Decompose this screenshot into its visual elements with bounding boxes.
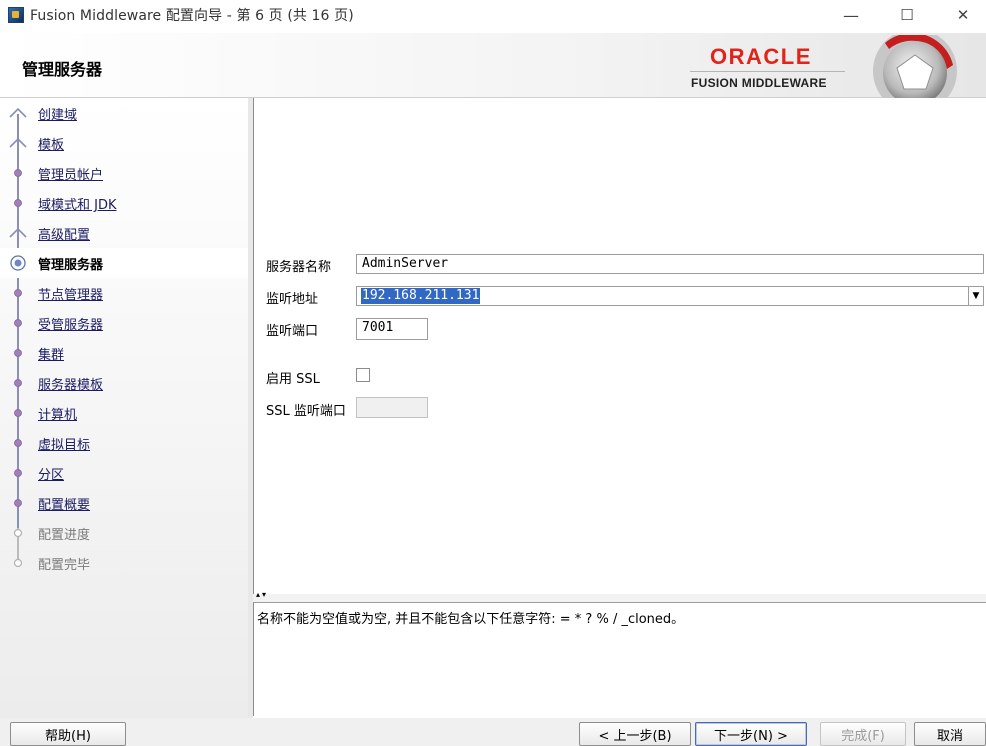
listen-address-value: 192.168.211.131 (361, 288, 481, 304)
nav-step-item[interactable]: 域模式和 JDK (0, 188, 248, 218)
nav-step-label: 集群 (38, 348, 65, 363)
nav-step-label: 分区 (38, 468, 65, 483)
nav-step-item: 配置完毕 (0, 548, 248, 578)
nav-step-label: 虚拟目标 (38, 438, 91, 453)
validation-message: 名称不能为空值或为空, 并且不能包含以下任意字符: = * ? % / _clo… (257, 612, 685, 627)
enable-ssl-checkbox[interactable] (356, 368, 370, 382)
step-marker-icon (14, 409, 22, 417)
nav-step-label: 管理服务器 (38, 258, 104, 273)
minimize-button[interactable]: — (828, 0, 874, 30)
nav-step-item[interactable]: 创建域 (0, 98, 248, 128)
server-name-input[interactable]: AdminServer (356, 254, 984, 274)
window-title: Fusion Middleware 配置向导 - 第 6 页 (共 16 页) (30, 8, 354, 24)
message-splitter[interactable]: ▴▾ (253, 590, 986, 602)
help-button[interactable]: 帮助(H) (10, 722, 126, 746)
nav-step-label: 模板 (38, 138, 65, 153)
listen-address-combo[interactable]: 192.168.211.131 ▼ (356, 286, 984, 306)
nav-step-item[interactable]: 分区 (0, 458, 248, 488)
nav-step-item[interactable]: 服务器模板 (0, 368, 248, 398)
oracle-logo: ORACLE FUSION MIDDLEWARE (690, 44, 850, 90)
back-button[interactable]: < 上一步(B) (579, 722, 691, 746)
server-name-label: 服务器名称 (266, 260, 332, 275)
step-marker-icon (14, 469, 22, 477)
server-name-value: AdminServer (362, 256, 449, 271)
nav-step-item[interactable]: 管理员帐户 (0, 158, 248, 188)
dropdown-arrow-icon[interactable]: ▼ (968, 287, 983, 305)
maximize-icon: ☐ (900, 6, 914, 24)
step-marker-icon (14, 379, 22, 387)
maximize-button[interactable]: ☐ (884, 0, 930, 30)
step-marker-icon (14, 439, 22, 447)
step-marker-icon (9, 227, 27, 238)
nav-step-item[interactable]: 管理服务器 (0, 248, 248, 278)
step-marker-icon (10, 255, 26, 271)
nav-step-item[interactable]: 计算机 (0, 398, 248, 428)
message-panel: 名称不能为空值或为空, 并且不能包含以下任意字符: = * ? % / _clo… (253, 602, 986, 716)
close-button[interactable]: ✕ (940, 0, 986, 30)
nav-step-item[interactable]: 模板 (0, 128, 248, 158)
nav-step-label: 配置概要 (38, 498, 91, 513)
nav-step-item[interactable]: 集群 (0, 338, 248, 368)
step-marker-icon (14, 499, 22, 507)
nav-step-item[interactable]: 节点管理器 (0, 278, 248, 308)
cancel-button[interactable]: 取消 (914, 722, 986, 746)
close-icon: ✕ (956, 6, 970, 24)
ssl-port-input (356, 397, 428, 418)
nav-step-label: 计算机 (38, 408, 78, 423)
nav-step-item[interactable]: 受管服务器 (0, 308, 248, 338)
step-marker-icon (14, 169, 22, 177)
step-marker-icon (14, 349, 22, 357)
fusion-emblem-icon (873, 35, 957, 105)
nav-step-label: 节点管理器 (38, 288, 104, 303)
nav-step-item[interactable]: 高级配置 (0, 218, 248, 248)
page-header: 管理服务器 ORACLE FUSION MIDDLEWARE (0, 33, 986, 105)
brand-divider (690, 71, 845, 72)
step-marker-icon (13, 528, 23, 538)
next-button[interactable]: 下一步(N) > (695, 722, 807, 746)
nav-step-item: 配置进度 (0, 518, 248, 548)
nav-step-label: 高级配置 (38, 228, 91, 243)
splitter-grip-icon: ▴▾ (256, 590, 269, 599)
main-content: 服务器名称 AdminServer 监听地址 192.168.211.131 ▼… (253, 98, 986, 594)
wizard-steps-nav: 创建域模板管理员帐户域模式和 JDK 高级配置管理服务器节点管理器受管服务器集群服… (0, 98, 248, 718)
nav-step-label: 管理员帐户 (38, 168, 104, 183)
step-marker-icon (14, 319, 22, 327)
finish-button: 完成(F) (820, 722, 906, 746)
nav-step-label: 配置完毕 (38, 558, 91, 573)
minimize-icon: — (843, 5, 859, 25)
listen-port-label: 监听端口 (266, 324, 319, 339)
fusion-middleware-wordmark: FUSION MIDDLEWARE (691, 76, 827, 90)
step-marker-icon (9, 107, 27, 118)
listen-port-input[interactable]: 7001 (356, 318, 428, 340)
ssl-port-label: SSL 监听端口 (266, 404, 346, 419)
listen-address-label: 监听地址 (266, 292, 319, 307)
enable-ssl-label: 启用 SSL (266, 372, 320, 387)
app-icon (8, 7, 24, 23)
nav-step-item[interactable]: 虚拟目标 (0, 428, 248, 458)
step-marker-icon (14, 289, 22, 297)
step-marker-icon (14, 199, 22, 207)
oracle-wordmark: ORACLE (710, 44, 812, 69)
nav-step-label: 域模式和 JDK (38, 198, 117, 213)
listen-port-value: 7001 (362, 320, 394, 335)
step-marker-icon (13, 558, 23, 568)
nav-step-label: 受管服务器 (38, 318, 104, 333)
nav-step-label: 服务器模板 (38, 378, 104, 393)
nav-step-label: 配置进度 (38, 528, 91, 543)
nav-step-item[interactable]: 配置概要 (0, 488, 248, 518)
page-title: 管理服务器 (22, 60, 103, 79)
step-marker-icon (9, 137, 27, 148)
nav-step-label: 创建域 (38, 108, 78, 123)
